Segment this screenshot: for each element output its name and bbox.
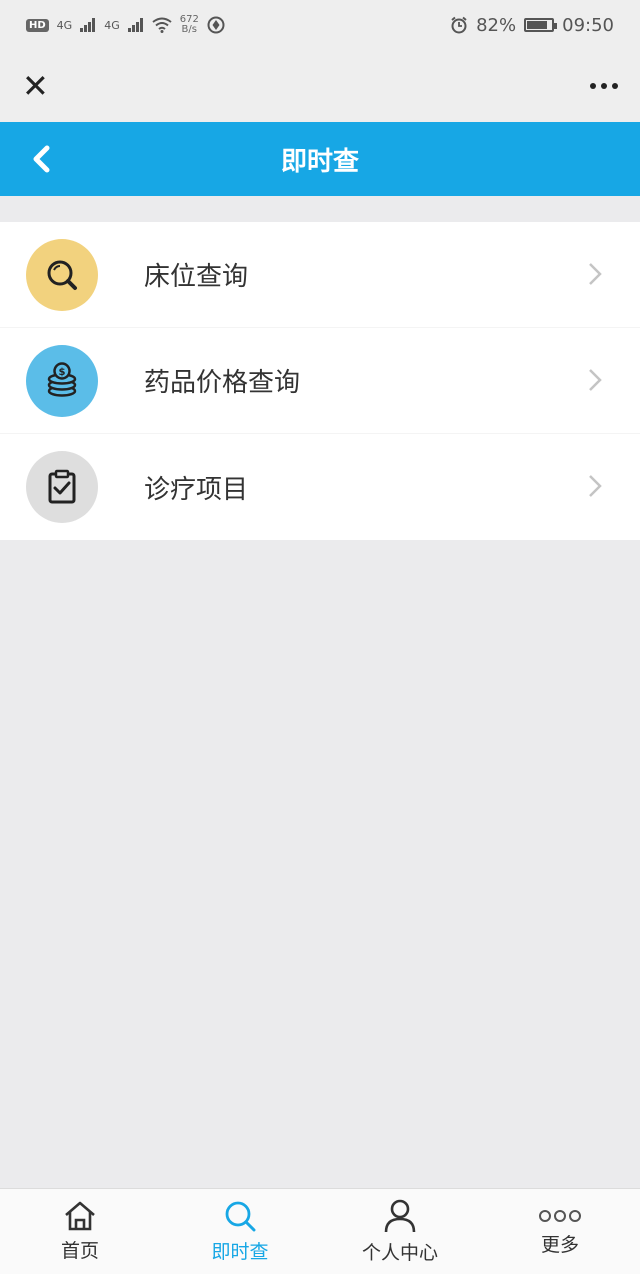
signal-icon [127, 18, 143, 32]
battery-percent: 82% [476, 14, 517, 36]
signal-icon [80, 18, 96, 32]
network-type-1: 4G [56, 18, 73, 32]
page-title: 即时查 [280, 146, 359, 177]
person-icon [384, 1199, 416, 1233]
menu-item-treatment-items[interactable]: 诊疗项目 [0, 434, 640, 540]
clipboard-check-icon [26, 451, 98, 523]
clock: 09:50 [562, 14, 614, 36]
app-notification-icon [207, 16, 225, 34]
svg-text:$: $ [59, 367, 66, 378]
back-arrow-icon[interactable] [30, 144, 54, 174]
tab-label: 更多 [540, 1234, 579, 1256]
bottom-tab-bar: 首页 即时查 个人中心 更多 [0, 1188, 640, 1274]
webview-toolbar: ✕ [0, 50, 640, 122]
home-icon [65, 1201, 95, 1231]
menu-item-drug-price-query[interactable]: $ 药品价格查询 [0, 328, 640, 434]
page-header: 即时查 [0, 122, 640, 196]
wifi-icon [152, 17, 172, 33]
tab-personal-center[interactable]: 个人中心 [320, 1189, 480, 1274]
close-icon[interactable]: ✕ [22, 70, 49, 102]
battery-icon [524, 18, 558, 32]
query-menu-list: 床位查询 $ 药品价格查询 诊疗项目 [0, 222, 640, 540]
menu-item-label: 药品价格查询 [144, 368, 301, 398]
tab-label: 首页 [60, 1240, 99, 1262]
network-type-2: 4G [104, 18, 120, 32]
menu-item-label: 床位查询 [144, 262, 249, 292]
status-right: 82% 09:50 [450, 15, 614, 36]
status-bar: HD 4G 4G 672 B/s 82% 09:50 [0, 0, 640, 50]
tab-label: 即时查 [211, 1241, 269, 1263]
network-speed: 672 B/s [180, 15, 199, 35]
status-left: HD 4G 4G 672 B/s [26, 15, 225, 35]
tab-instant-query[interactable]: 即时查 [160, 1189, 320, 1274]
chevron-right-icon [589, 369, 602, 391]
tab-label: 个人中心 [361, 1242, 438, 1264]
tab-more[interactable]: 更多 [480, 1189, 640, 1274]
speed-unit: B/s [181, 24, 197, 35]
menu-item-label: 诊疗项目 [144, 474, 249, 505]
coins-icon: $ [26, 344, 98, 417]
magnifier-icon [26, 238, 98, 311]
chevron-right-icon [589, 475, 602, 497]
search-icon [225, 1201, 256, 1232]
menu-item-bed-query[interactable]: 床位查询 [0, 222, 640, 328]
more-circles-icon [539, 1210, 581, 1222]
alarm-icon [451, 16, 467, 34]
chevron-right-icon [589, 263, 602, 285]
hd-badge: HD [26, 18, 49, 32]
more-options-icon[interactable] [590, 83, 618, 89]
tab-home[interactable]: 首页 [0, 1189, 160, 1274]
